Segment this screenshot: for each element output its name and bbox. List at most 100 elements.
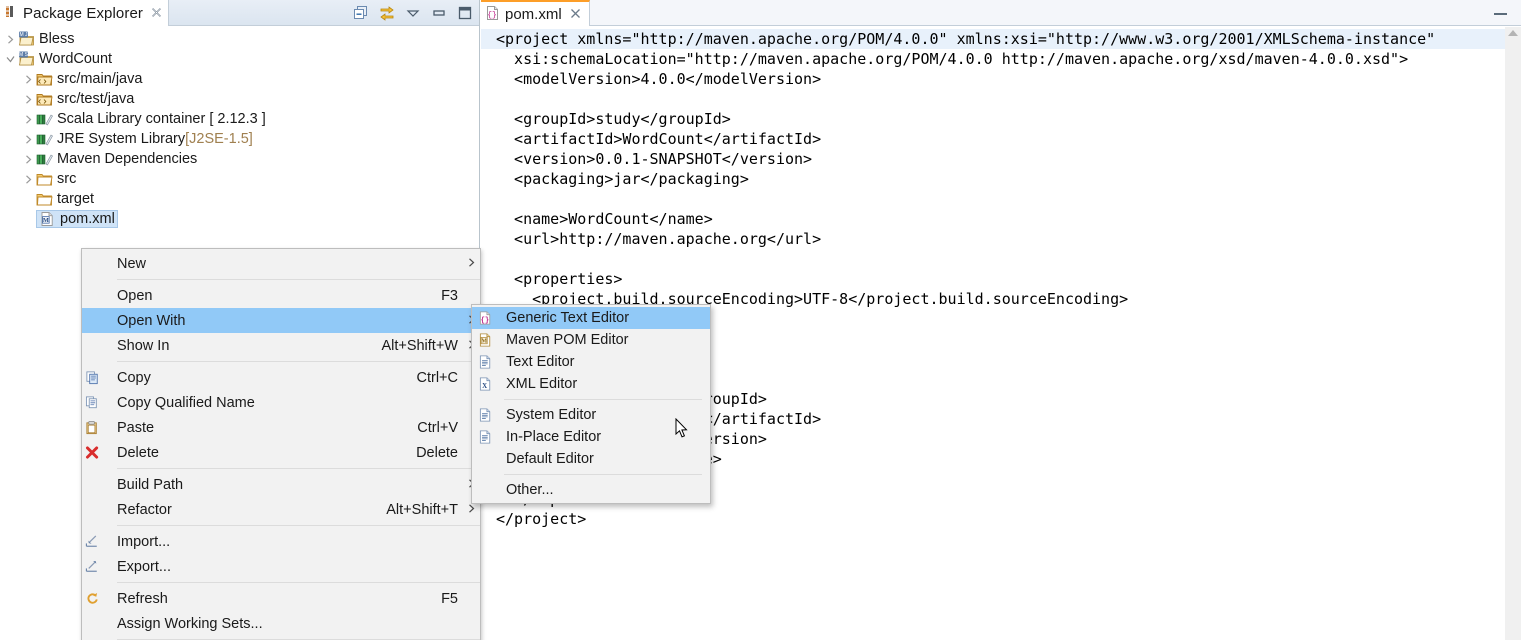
source-folder-icon [36, 91, 53, 107]
menu-item-label: Copy [117, 369, 151, 386]
paste-icon [82, 420, 104, 436]
tree-item-content: JRE System Library [J2SE-1.5] [36, 131, 253, 147]
tab-package-explorer[interactable]: Package Explorer [0, 0, 169, 26]
tree-item-src[interactable]: src [0, 169, 480, 189]
open-with-submenu[interactable]: {} Generic Text Editor M Maven POM Editor … [471, 304, 711, 504]
svg-text:{}: {} [487, 11, 497, 20]
chevron-right-icon[interactable] [2, 31, 18, 47]
chevron-right-icon[interactable] [20, 171, 36, 187]
source-folder-icon [36, 71, 53, 87]
chevron-right-icon[interactable] [20, 151, 36, 167]
code-line: <properties> [496, 270, 623, 288]
menu-item-refresh[interactable]: Refresh F5 [82, 586, 480, 611]
menu-item-show-in[interactable]: Show In Alt+Shift+W [82, 333, 480, 358]
menu-item-copy[interactable]: Copy Ctrl+C [82, 365, 480, 390]
svg-text:M J: M J [19, 32, 28, 38]
svg-text:M: M [481, 338, 487, 345]
tree-item-jre-system-library[interactable]: JRE System Library [J2SE-1.5] [0, 129, 480, 149]
svg-text:M: M [43, 217, 49, 224]
submenu-item-default-editor[interactable]: Default Editor [472, 448, 710, 470]
submenu-item-system-editor[interactable]: System Editor [472, 404, 710, 426]
chevron-down-icon[interactable] [2, 51, 18, 67]
chevron-right-icon[interactable] [20, 71, 36, 87]
tree-item-src-test-java[interactable]: src/test/java [0, 89, 480, 109]
tree-item-bless[interactable]: M J Bless [0, 29, 480, 49]
chevron-right-icon[interactable] [20, 111, 36, 127]
submenu-item-xml-editor[interactable]: X XML Editor [472, 373, 710, 395]
menu-item-open[interactable]: Open F3 [82, 283, 480, 308]
menu-item-accelerator: Alt+Shift+T [386, 501, 458, 518]
code-line: <version>0.0.1-SNAPSHOT</version> [496, 150, 813, 168]
tree-item-pom-xml[interactable]: Mpom.xml [0, 209, 480, 229]
submenu-item-label: In-Place Editor [506, 429, 602, 445]
code-line: <project xmlns="http://maven.apache.org/… [481, 29, 1505, 49]
library-icon [36, 151, 53, 167]
editor-tab-title: pom.xml [505, 5, 562, 23]
in-place-editor-icon [472, 429, 499, 445]
menu-item-build-path[interactable]: Build Path [82, 472, 480, 497]
chevron-right-icon[interactable] [20, 91, 36, 107]
menu-item-paste[interactable]: Paste Ctrl+V [82, 415, 480, 440]
link-with-editor-icon[interactable] [379, 5, 395, 21]
minimize-icon[interactable] [431, 5, 447, 21]
menu-item-import[interactable]: Import... [82, 529, 480, 554]
context-menu[interactable]: New Open F3 Open With Show In Alt+Shift+W Cop… [81, 248, 481, 640]
menu-item-export[interactable]: Export... [82, 554, 480, 579]
folder-icon [36, 171, 53, 187]
submenu-item-maven-pom-editor[interactable]: M Maven POM Editor [472, 329, 710, 351]
menu-separator [117, 525, 480, 526]
svg-text:{}: {} [480, 317, 489, 325]
submenu-item-label: XML Editor [506, 376, 578, 392]
tree-item-label: src/main/java [57, 71, 143, 87]
package-explorer-toolbar [353, 0, 473, 26]
close-icon[interactable] [570, 7, 581, 22]
submenu-item-in-place-editor[interactable]: In-Place Editor [472, 426, 710, 448]
tree-item-src-main-java[interactable]: src/main/java [0, 69, 480, 89]
tree-item-target[interactable]: target [0, 189, 480, 209]
copy-qualified-name-icon [82, 395, 104, 411]
submenu-item-other[interactable]: Other... [472, 479, 710, 501]
menu-item-open-with[interactable]: Open With [82, 308, 480, 333]
submenu-item-generic-text-editor[interactable]: {} Generic Text Editor [472, 307, 710, 329]
menu-item-copy-qualified-name[interactable]: Copy Qualified Name [82, 390, 480, 415]
menu-item-label: Import... [117, 533, 171, 550]
code-line: </project> [496, 510, 587, 528]
menu-item-label: Export... [117, 558, 171, 575]
folder-icon [36, 191, 53, 207]
tree-item-label: WordCount [39, 51, 113, 67]
tree-item-scala-library-container-2-12-3[interactable]: Scala Library container [ 2.12.3 ] [0, 109, 480, 129]
editor-minimize-icon[interactable] [1494, 7, 1507, 15]
code-line: <packaging>jar</packaging> [496, 170, 749, 188]
chevron-right-icon[interactable] [20, 131, 36, 147]
collapse-all-icon[interactable] [353, 5, 369, 21]
tree-item-maven-dependencies[interactable]: Maven Dependencies [0, 149, 480, 169]
submenu-item-label: Other... [506, 482, 554, 498]
submenu-separator [504, 474, 702, 475]
maximize-icon[interactable] [457, 5, 473, 21]
tree-item-content: M J Bless [18, 31, 74, 47]
submenu-item-label: Default Editor [506, 451, 594, 467]
tree-item-wordcount[interactable]: M S WordCount [0, 49, 480, 69]
close-icon[interactable] [151, 6, 162, 21]
scroll-up-icon[interactable] [1508, 30, 1518, 36]
menu-item-label: Build Path [117, 476, 184, 493]
menu-item-assign-working-sets[interactable]: Assign Working Sets... [82, 611, 480, 636]
menu-item-accelerator: Delete [416, 444, 458, 461]
system-editor-icon [472, 407, 499, 423]
menu-item-refactor[interactable]: Refactor Alt+Shift+T [82, 497, 480, 522]
menu-item-new[interactable]: New [82, 251, 480, 276]
tab-pom-xml[interactable]: {} pom.xml [481, 0, 590, 26]
maven-pom-icon: M [39, 211, 56, 227]
package-explorer-icon [3, 4, 18, 22]
view-menu-icon[interactable] [405, 5, 421, 21]
menu-item-accelerator: Alt+Shift+W [381, 337, 458, 354]
submenu-item-text-editor[interactable]: Text Editor [472, 351, 710, 373]
tree-item-content: Scala Library container [ 2.12.3 ] [36, 111, 266, 127]
code-line: <groupId>study</groupId> [496, 110, 731, 128]
menu-item-delete[interactable]: Delete Delete [82, 440, 480, 465]
menu-item-label: Delete [117, 444, 159, 461]
text-editor-icon [472, 354, 499, 370]
editor-vertical-scrollbar[interactable] [1505, 27, 1521, 640]
generic-text-editor-icon: {} [485, 5, 500, 24]
